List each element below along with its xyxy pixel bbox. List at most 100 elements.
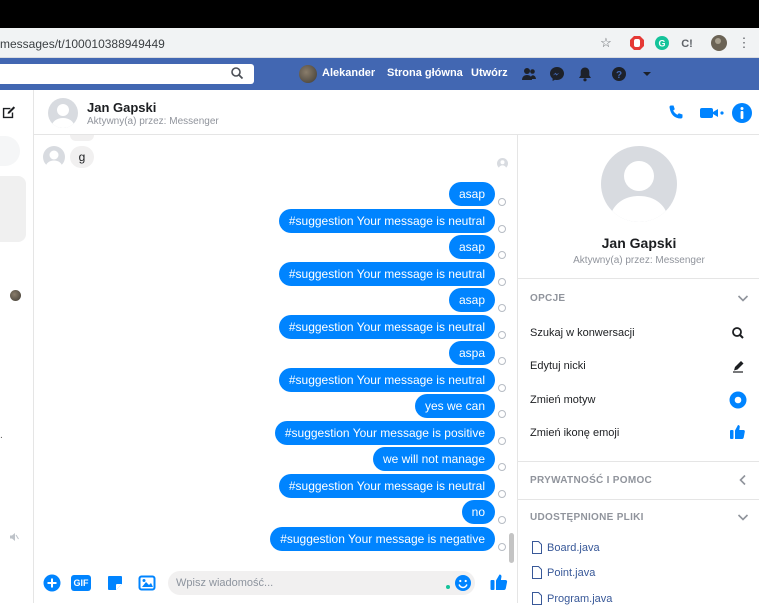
shared-files-section-title[interactable]: UDOSTĘPNIONE PLIKI xyxy=(530,512,644,523)
more-actions-plus-icon[interactable] xyxy=(43,574,61,592)
screen-top-border xyxy=(0,0,759,28)
profile-avatar-icon[interactable] xyxy=(711,35,727,51)
delivered-check-icon xyxy=(498,516,506,524)
truncated-text-ellipsis: . xyxy=(0,430,3,441)
help-icon[interactable]: ? xyxy=(611,66,627,82)
voice-call-phone-icon[interactable] xyxy=(666,103,686,123)
previous-incoming-bubble xyxy=(70,135,94,141)
outgoing-message-bubble[interactable]: aspa xyxy=(448,341,495,365)
change-emoji-option[interactable]: Zmień ikonę emoji xyxy=(530,427,619,439)
contact-small-avatar xyxy=(43,146,65,168)
chevron-down-icon[interactable] xyxy=(737,511,749,523)
outgoing-message-bubble[interactable]: #suggestion Your message is positive xyxy=(274,421,495,445)
sticker-icon[interactable] xyxy=(106,574,124,592)
seen-avatar xyxy=(10,290,21,301)
svg-text:G: G xyxy=(658,39,665,49)
photo-attach-icon[interactable] xyxy=(138,574,156,592)
incoming-message-bubble[interactable]: g xyxy=(70,146,94,168)
delivered-check-icon xyxy=(498,410,506,418)
search-icon[interactable] xyxy=(230,66,244,80)
chevron-left-icon[interactable] xyxy=(737,474,749,486)
outgoing-message-bubble[interactable]: no xyxy=(461,500,495,524)
message-thread[interactable]: g asap #suggestion Your message is neutr… xyxy=(34,135,517,565)
chevron-down-icon[interactable] xyxy=(737,292,749,304)
search-icon[interactable] xyxy=(729,324,747,342)
read-receipt-avatar xyxy=(497,158,508,169)
gif-button[interactable]: GIF xyxy=(71,575,91,591)
theme-color-icon[interactable] xyxy=(729,391,747,409)
browser-menu-icon[interactable]: ⋮ xyxy=(736,35,752,51)
thread-scrollbar[interactable] xyxy=(508,135,515,565)
delivered-check-icon xyxy=(498,278,506,286)
outgoing-message-bubble[interactable]: #suggestion Your message is neutral xyxy=(278,262,495,286)
message-composer: GIF Wpisz wiadomość... xyxy=(34,565,517,603)
facebook-search-input[interactable] xyxy=(0,64,254,84)
browser-address-bar: messages/t/100010388949449 ☆ G C! ⋮ xyxy=(0,28,759,58)
delivered-check-icon xyxy=(498,251,506,259)
delivered-check-icon xyxy=(498,490,506,498)
profile-link[interactable]: Alekander xyxy=(322,67,375,79)
url-field[interactable]: messages/t/100010388949449 xyxy=(0,37,165,51)
divider xyxy=(518,499,759,500)
delivered-check-icon xyxy=(498,331,506,339)
outgoing-message-bubble[interactable]: asap xyxy=(448,235,495,259)
friend-requests-icon[interactable] xyxy=(521,66,537,82)
file-icon xyxy=(532,566,542,579)
delivered-check-icon xyxy=(498,384,506,392)
divider xyxy=(518,461,759,462)
delivered-check-icon xyxy=(498,357,506,365)
chat-header: Jan Gapski Aktywny(a) przez: Messenger xyxy=(34,90,759,135)
shared-file-name[interactable]: Board.java xyxy=(547,542,600,554)
outgoing-message-bubble[interactable]: yes we can xyxy=(414,394,495,418)
mute-speaker-icon[interactable] xyxy=(9,532,19,542)
outgoing-message-bubble[interactable]: asap xyxy=(448,182,495,206)
thumbs-up-icon[interactable] xyxy=(729,423,747,441)
new-message-compose-icon[interactable] xyxy=(1,105,16,120)
shared-file-name[interactable]: Program.java xyxy=(547,593,612,605)
details-contact-avatar[interactable] xyxy=(601,146,677,222)
conversation-list-item[interactable] xyxy=(0,136,20,166)
thumbs-up-send-icon[interactable] xyxy=(489,572,509,592)
outgoing-message-bubble[interactable]: #suggestion Your message is neutral xyxy=(278,368,495,392)
options-section-title[interactable]: OPCJE xyxy=(530,293,565,304)
outgoing-message-bubble[interactable]: #suggestion Your message is neutral xyxy=(278,209,495,233)
contact-name[interactable]: Jan Gapski xyxy=(87,100,156,115)
details-contact-status: Aktywny(a) przez: Messenger xyxy=(573,255,705,266)
delivered-check-icon xyxy=(498,304,506,312)
delivered-check-icon xyxy=(498,463,506,471)
video-call-camera-icon[interactable] xyxy=(698,103,724,123)
search-in-conversation-option[interactable]: Szukaj w konwersacji xyxy=(530,327,635,339)
emoji-picker-icon[interactable] xyxy=(454,574,472,592)
conversation-list-strip: . xyxy=(0,90,34,603)
file-icon xyxy=(532,592,542,605)
conversation-info-icon[interactable] xyxy=(731,102,753,124)
create-link[interactable]: Utwórz xyxy=(471,67,508,79)
home-link[interactable]: Strona główna xyxy=(387,67,463,79)
change-theme-option[interactable]: Zmień motyw xyxy=(530,394,595,406)
privacy-help-section-title[interactable]: PRYWATNOŚĆ I POMOC xyxy=(530,475,652,486)
bookmark-star-icon[interactable]: ☆ xyxy=(598,35,614,51)
messenger-icon[interactable] xyxy=(549,66,565,82)
conversation-details-panel: Jan Gapski Aktywny(a) przez: Messenger O… xyxy=(517,135,759,605)
outgoing-message-bubble[interactable]: we will not manage xyxy=(372,447,495,471)
notifications-bell-icon[interactable] xyxy=(577,66,593,82)
details-contact-name: Jan Gapski xyxy=(601,235,677,251)
extension-icon[interactable]: C! xyxy=(679,35,695,51)
shared-file-name[interactable]: Point.java xyxy=(547,567,595,579)
contact-avatar[interactable] xyxy=(48,98,78,128)
scrollbar-thumb[interactable] xyxy=(509,533,514,563)
pencil-icon[interactable] xyxy=(729,357,747,375)
grammarly-extension-icon[interactable]: G xyxy=(654,35,670,51)
outgoing-message-bubble[interactable]: asap xyxy=(448,288,495,312)
user-avatar[interactable] xyxy=(299,65,317,83)
conversation-list-item-selected[interactable] xyxy=(0,176,26,242)
outgoing-message-bubble[interactable]: #suggestion Your message is negative xyxy=(270,527,495,551)
contact-active-status: Aktywny(a) przez: Messenger xyxy=(87,116,219,127)
outgoing-message-bubble[interactable]: #suggestion Your message is neutral xyxy=(278,315,495,339)
file-icon xyxy=(532,541,542,554)
adblock-extension-icon[interactable] xyxy=(629,35,645,51)
edit-nicknames-option[interactable]: Edytuj nicki xyxy=(530,360,586,372)
outgoing-message-bubble[interactable]: #suggestion Your message is neutral xyxy=(278,474,495,498)
account-menu-chevron-icon[interactable] xyxy=(639,66,655,82)
message-text-input[interactable]: Wpisz wiadomość... xyxy=(168,571,475,595)
